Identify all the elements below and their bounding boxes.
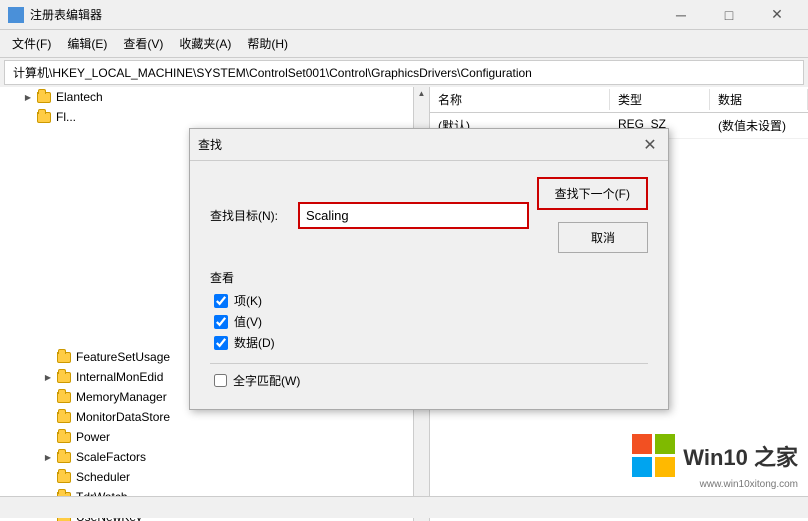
cancel-button[interactable]: 取消 — [558, 222, 648, 253]
full-match-label: 全字匹配(W) — [233, 372, 300, 389]
checkbox-zhi-label: 值(V) — [234, 313, 262, 330]
checkbox-row-shuju: 数据(D) — [210, 334, 648, 351]
dialog-title: 查找 — [198, 136, 222, 153]
checkbox-zhi[interactable] — [214, 315, 228, 329]
divider — [210, 363, 648, 364]
checkbox-shuju-label: 数据(D) — [234, 334, 275, 351]
dialog-title-bar: 查找 ✕ — [190, 129, 668, 161]
checkbox-xiang-label: 项(K) — [234, 292, 262, 309]
find-input-wrapper — [298, 202, 529, 229]
find-next-button[interactable]: 查找下一个(F) — [537, 177, 648, 210]
find-target-label: 查找目标(N): — [210, 207, 290, 224]
dialog-overlay: 查找 ✕ 查找目标(N): 查找下一个(F) 取消 查看 — [0, 0, 808, 518]
checkbox-xiang[interactable] — [214, 294, 228, 308]
dialog-close-button[interactable]: ✕ — [640, 135, 660, 155]
checkbox-row-zhi: 值(V) — [210, 313, 648, 330]
dialog-buttons: 查找下一个(F) 取消 — [537, 177, 648, 253]
find-dialog: 查找 ✕ 查找目标(N): 查找下一个(F) 取消 查看 — [189, 128, 669, 410]
dialog-body: 查找目标(N): 查找下一个(F) 取消 查看 项(K) 值(V) — [190, 161, 668, 409]
find-input[interactable] — [298, 202, 529, 229]
full-match-row: 全字匹配(W) — [210, 372, 648, 389]
checkbox-shuju[interactable] — [214, 336, 228, 350]
full-match-checkbox[interactable] — [214, 374, 227, 387]
look-in-label: 查看 — [210, 269, 648, 286]
find-target-row: 查找目标(N): 查找下一个(F) 取消 — [210, 177, 648, 253]
look-in-section: 查看 项(K) 值(V) 数据(D) — [210, 269, 648, 351]
checkbox-row-xiang: 项(K) — [210, 292, 648, 309]
